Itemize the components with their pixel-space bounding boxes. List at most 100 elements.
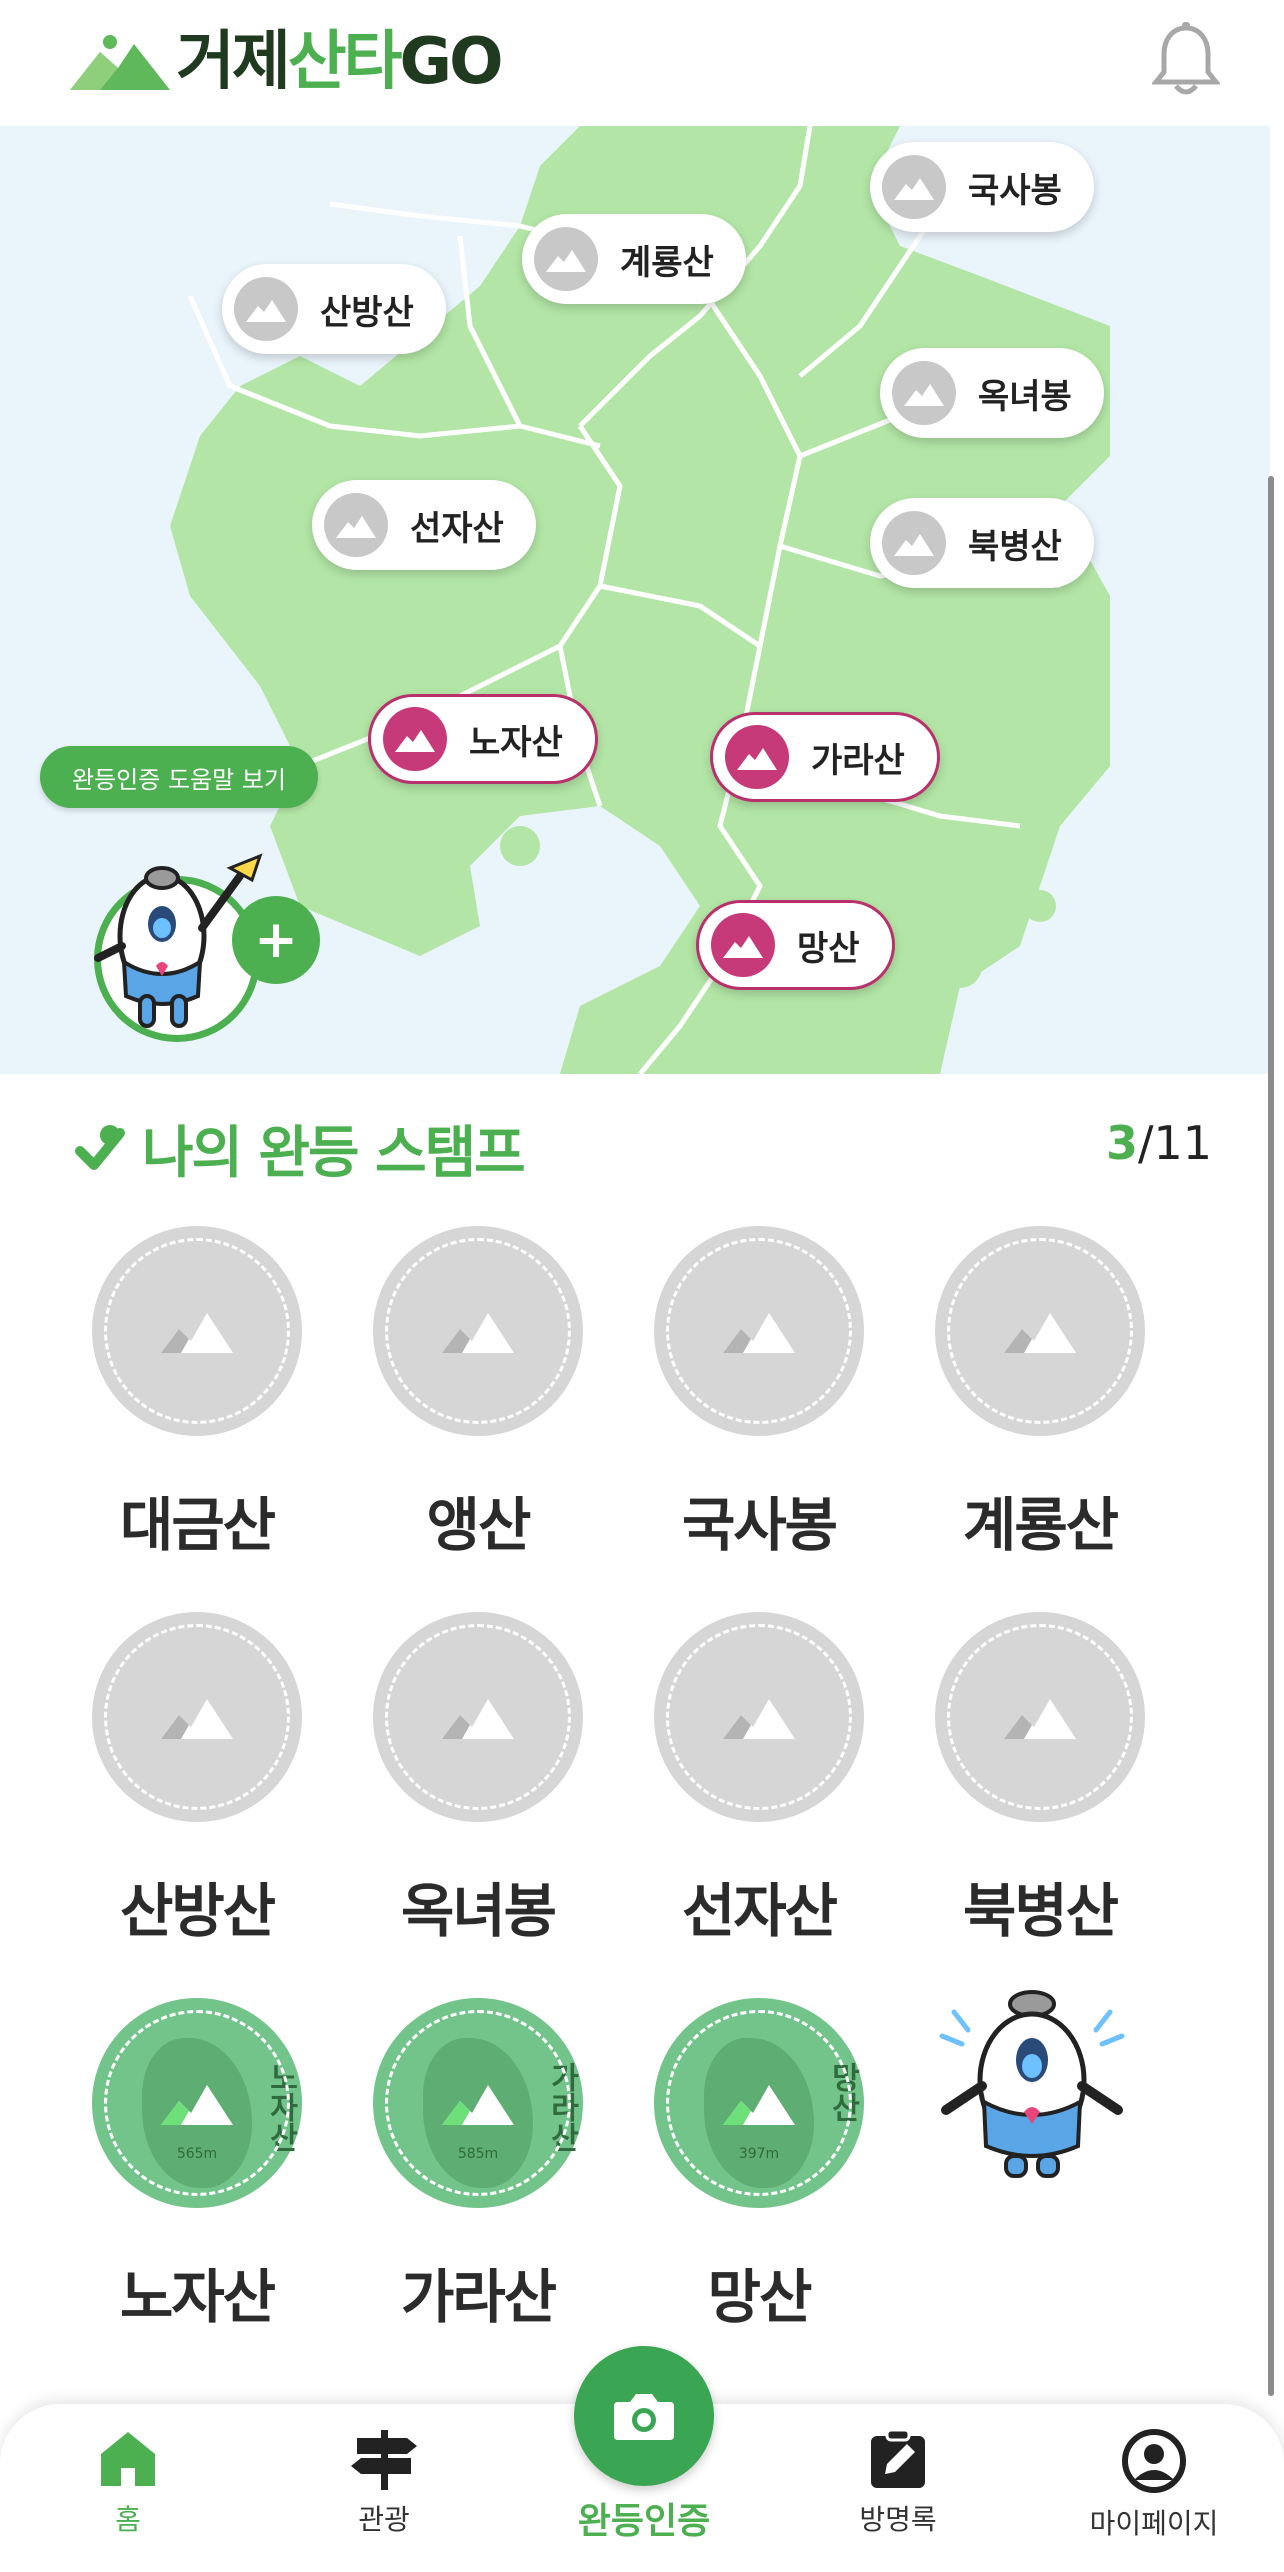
stamp-sanbangsan[interactable]: 산방산 bbox=[92, 1612, 302, 1948]
stamp-badge-completed: 가라산 585m bbox=[373, 1998, 583, 2208]
mountain-icon bbox=[711, 913, 775, 977]
mountain-icon bbox=[725, 725, 789, 789]
nav-guestbook[interactable]: 방명록 bbox=[798, 2428, 998, 2538]
certify-camera-button[interactable] bbox=[574, 2346, 714, 2486]
bell-icon[interactable] bbox=[1152, 22, 1220, 98]
certification-help-button[interactable]: 완등인증 도움말 보기 bbox=[40, 746, 318, 808]
stamp-garasan[interactable]: 가라산 585m 가라산 bbox=[373, 1998, 583, 2334]
stamp-guksabong[interactable]: 국사봉 bbox=[654, 1226, 864, 1562]
app-logo[interactable]: 거제산타GO bbox=[70, 22, 504, 102]
mountain-icon bbox=[161, 2085, 233, 2125]
stamp-altitude: 565m bbox=[176, 2146, 218, 2162]
scrollbar[interactable] bbox=[1268, 476, 1274, 2396]
map-pin-label: 선자산 bbox=[410, 508, 504, 549]
stamp-badge-locked bbox=[654, 1612, 864, 1822]
map-pin-guksabong[interactable]: 국사봉 bbox=[870, 142, 1094, 232]
mini-island-graphic bbox=[704, 2038, 814, 2188]
stamp-badge-locked bbox=[654, 1226, 864, 1436]
add-certification-button[interactable]: + bbox=[232, 896, 320, 984]
stamp-name: 옥녀봉 bbox=[400, 1877, 557, 1945]
nav-tour[interactable]: 관광 bbox=[284, 2428, 484, 2538]
pin-icon bbox=[75, 1124, 125, 1170]
stamp-badge-locked bbox=[935, 1612, 1145, 1822]
stamp-badge-text: 노자산 bbox=[263, 2062, 298, 2152]
stamp-badge-text: 가라산 bbox=[544, 2062, 579, 2152]
stamp-badge-text: 망산 bbox=[825, 2062, 860, 2122]
map-pin-label: 가라산 bbox=[811, 740, 905, 781]
stamp-oknyeobong[interactable]: 옥녀봉 bbox=[373, 1612, 583, 1948]
stamp-seonjasan[interactable]: 선자산 bbox=[654, 1612, 864, 1948]
map-pin-oknyeobong[interactable]: 옥녀봉 bbox=[880, 348, 1104, 438]
stamp-daegeumsan[interactable]: 대금산 bbox=[92, 1226, 302, 1562]
stamp-bukbyeongsan[interactable]: 북병산 bbox=[935, 1612, 1145, 1948]
map-pin-mangsan[interactable]: 망산 bbox=[696, 900, 895, 990]
mountain-icon bbox=[882, 155, 946, 219]
stamp-name: 대금산 bbox=[119, 1491, 276, 1559]
mountain-icon bbox=[234, 277, 298, 341]
stamp-altitude: 397m bbox=[738, 2146, 780, 2162]
stamp-name: 산방산 bbox=[119, 1877, 276, 1945]
stamp-altitude: 585m bbox=[457, 2146, 499, 2162]
mini-island-graphic bbox=[142, 2038, 252, 2188]
cheering-mascot-icon bbox=[939, 1990, 1125, 2178]
stamp-mangsan[interactable]: 망산 397m 망산 bbox=[654, 1998, 864, 2334]
map-pin-label: 북병산 bbox=[968, 526, 1062, 567]
app-header: 거제산타GO bbox=[0, 0, 1284, 122]
stamps-title-text: 나의 완등 스탬프 bbox=[142, 1121, 526, 1186]
map-pin-seonjasan[interactable]: 선자산 bbox=[312, 480, 536, 570]
stamp-count-done: 3 bbox=[1105, 1116, 1138, 1170]
map-pin-garasan[interactable]: 가라산 bbox=[710, 712, 940, 802]
nav-home[interactable]: 홈 bbox=[28, 2428, 228, 2538]
mountain-icon bbox=[723, 1313, 795, 1353]
stamp-count-total: /11 bbox=[1137, 1116, 1212, 1170]
mountain-icon bbox=[723, 1699, 795, 1739]
home-icon bbox=[101, 2432, 155, 2486]
mountain-icon bbox=[882, 511, 946, 575]
stamp-name: 가라산 bbox=[400, 2263, 557, 2331]
mini-island-graphic bbox=[423, 2038, 533, 2188]
nav-certify-label[interactable]: 완등인증 bbox=[540, 2492, 748, 2544]
map-pin-nojasan[interactable]: 노자산 bbox=[368, 694, 598, 784]
map-pin-label: 국사봉 bbox=[968, 170, 1062, 211]
app-screen: 거제산타GO 국사봉 계룡산 산방산 옥녀봉 선자산 북병산 노자산 가라산 망… bbox=[0, 0, 1284, 2572]
stamp-aengsan[interactable]: 앵산 bbox=[373, 1226, 583, 1562]
stamp-name: 앵산 bbox=[426, 1491, 532, 1559]
nav-mypage-label: 마이페이지 bbox=[1089, 2507, 1219, 2540]
nav-mypage[interactable]: 마이페이지 bbox=[1054, 2428, 1254, 2542]
mountain-icon bbox=[723, 2085, 795, 2125]
map-pin-gyeryongsan[interactable]: 계룡산 bbox=[522, 214, 746, 304]
stamp-nojasan[interactable]: 노자산 565m 노자산 bbox=[92, 1998, 302, 2334]
stamp-badge-completed: 망산 397m bbox=[654, 1998, 864, 2208]
stamp-count: 3/11 bbox=[1106, 1116, 1212, 1170]
nav-home-label: 홈 bbox=[115, 2503, 141, 2536]
nav-tour-label: 관광 bbox=[358, 2503, 410, 2536]
mountain-icon bbox=[161, 1699, 233, 1739]
mountain-logo-icon bbox=[70, 35, 170, 90]
mountain-icon bbox=[892, 361, 956, 425]
stamp-name: 노자산 bbox=[119, 2263, 276, 2331]
nav-guestbook-label: 방명록 bbox=[859, 2503, 937, 2536]
stamps-section-title: 나의 완등 스탬프 bbox=[70, 1108, 526, 1189]
stamp-badge-locked bbox=[92, 1612, 302, 1822]
mountain-icon bbox=[161, 1313, 233, 1353]
guestbook-icon bbox=[871, 2428, 925, 2488]
user-profile-icon bbox=[1122, 2429, 1186, 2493]
stamp-name: 선자산 bbox=[681, 1877, 838, 1945]
mountain-icon bbox=[383, 707, 447, 771]
map-pin-label: 계룡산 bbox=[620, 242, 714, 283]
logo-text-geoje: 거제 bbox=[176, 25, 291, 99]
mountain-icon bbox=[442, 2085, 514, 2125]
stamp-name: 북병산 bbox=[962, 1877, 1119, 1945]
signpost-icon bbox=[351, 2430, 417, 2490]
stamp-gyeryongsan[interactable]: 계룡산 bbox=[935, 1226, 1145, 1562]
mountain-icon bbox=[442, 1699, 514, 1739]
stamp-name: 계룡산 bbox=[962, 1491, 1119, 1559]
map-pin-label: 산방산 bbox=[320, 292, 414, 333]
stamp-badge-locked bbox=[373, 1612, 583, 1822]
stamp-badge-locked bbox=[92, 1226, 302, 1436]
map-pin-bukbyeongsan[interactable]: 북병산 bbox=[870, 498, 1094, 588]
map-pin-sanbangsan[interactable]: 산방산 bbox=[222, 264, 446, 354]
logo-text-go: GO bbox=[399, 25, 504, 99]
logo-text-santa: 산타 bbox=[287, 25, 403, 99]
mountain-icon bbox=[1004, 1313, 1076, 1353]
